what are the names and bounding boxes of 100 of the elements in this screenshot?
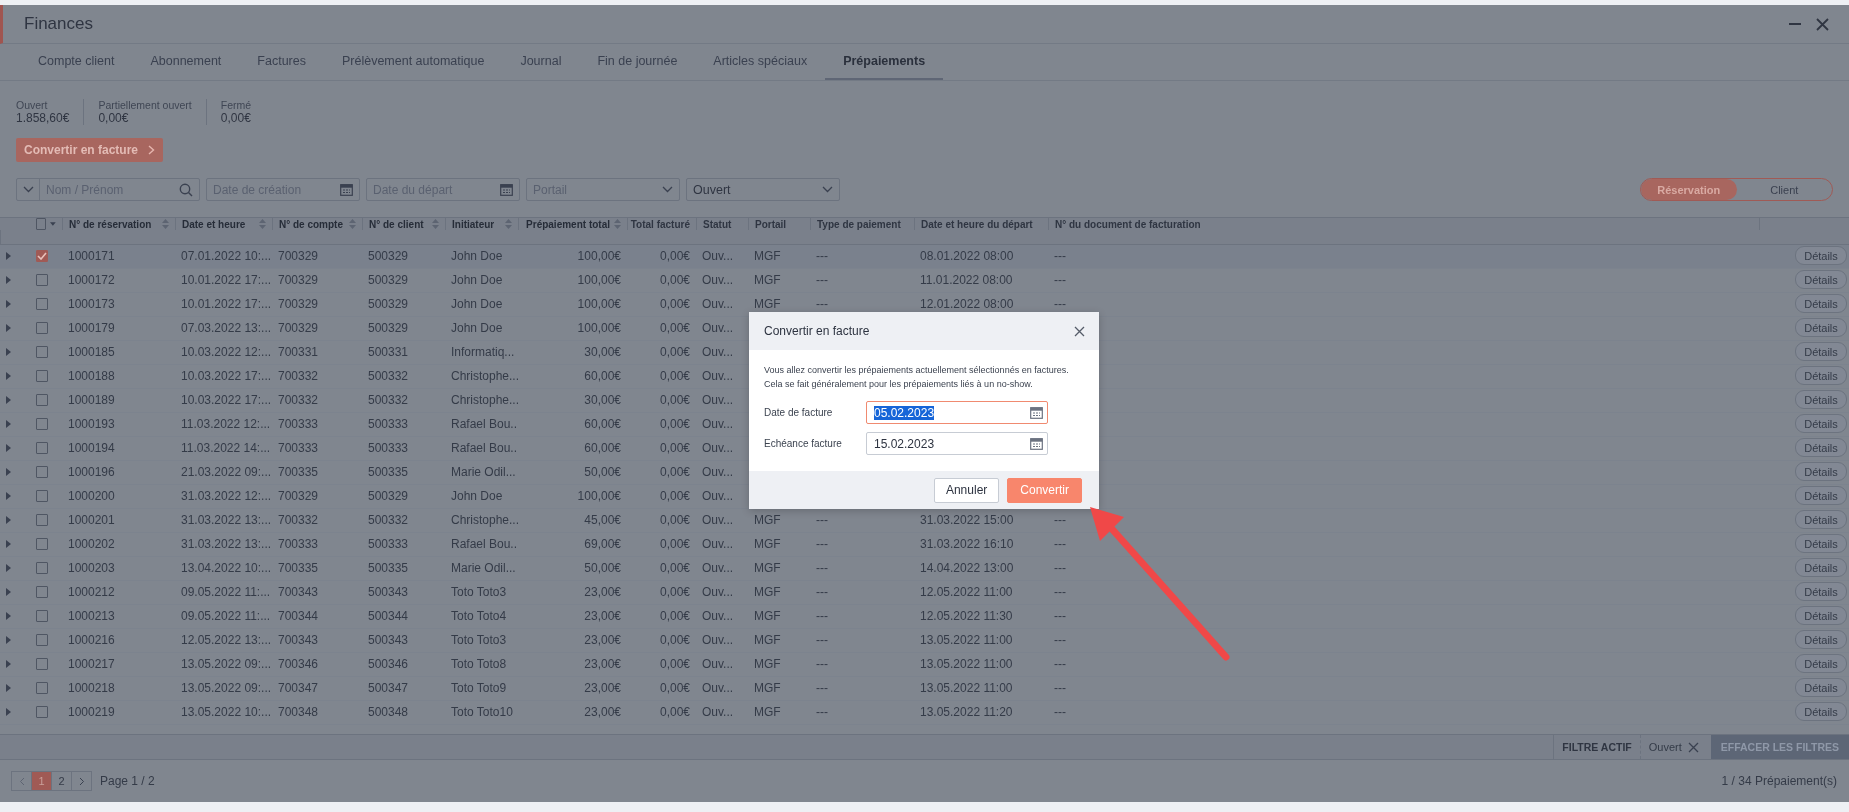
- row-checkbox[interactable]: [36, 513, 48, 526]
- expand-icon[interactable]: [6, 659, 11, 668]
- page-button[interactable]: 2: [51, 771, 72, 791]
- details-button[interactable]: Détails: [1795, 318, 1847, 337]
- row-checkbox[interactable]: [36, 465, 48, 478]
- expand-icon[interactable]: [6, 275, 11, 284]
- sort-icon[interactable]: [432, 219, 439, 229]
- column-header[interactable]: Initiateur: [452, 218, 495, 230]
- row-checkbox[interactable]: [36, 609, 48, 622]
- details-button[interactable]: Détails: [1795, 462, 1847, 481]
- details-button[interactable]: Détails: [1795, 678, 1847, 697]
- expand-icon[interactable]: [6, 467, 11, 476]
- tab[interactable]: Factures: [239, 44, 324, 80]
- details-button[interactable]: Détails: [1795, 270, 1847, 289]
- row-checkbox[interactable]: [36, 657, 48, 670]
- details-button[interactable]: Détails: [1795, 630, 1847, 649]
- tab[interactable]: Abonnement: [132, 44, 240, 80]
- row-checkbox[interactable]: [36, 681, 48, 694]
- row-checkbox[interactable]: [36, 321, 48, 334]
- status-select[interactable]: Ouvert: [686, 178, 840, 201]
- sort-icon[interactable]: [614, 219, 621, 229]
- column-header[interactable]: N° de réservation: [69, 218, 152, 230]
- row-checkbox[interactable]: [36, 417, 48, 430]
- row-checkbox[interactable]: [36, 441, 48, 454]
- toggle-option[interactable]: Réservation: [1641, 179, 1737, 200]
- column-header[interactable]: Total facturé: [630, 218, 690, 230]
- sort-icon[interactable]: [349, 219, 356, 229]
- details-button[interactable]: Détails: [1795, 294, 1847, 313]
- row-checkbox[interactable]: [36, 561, 48, 574]
- expand-icon[interactable]: [6, 419, 11, 428]
- details-button[interactable]: Détails: [1795, 414, 1847, 433]
- expand-icon[interactable]: [6, 611, 11, 620]
- expand-icon[interactable]: [6, 635, 11, 644]
- expand-icon[interactable]: [6, 539, 11, 548]
- next-page-button[interactable]: [71, 771, 92, 791]
- row-checkbox[interactable]: [36, 705, 48, 718]
- row-checkbox[interactable]: [36, 537, 48, 550]
- expand-icon[interactable]: [6, 299, 11, 308]
- column-header[interactable]: Portail: [755, 218, 787, 230]
- column-header[interactable]: Type de paiement: [817, 218, 901, 230]
- tab[interactable]: Fin de journée: [579, 44, 696, 80]
- row-checkbox[interactable]: [36, 297, 48, 310]
- expand-icon[interactable]: [6, 707, 11, 716]
- date-field[interactable]: 15.02.2023: [866, 432, 1048, 455]
- expand-icon[interactable]: [6, 251, 11, 260]
- column-header[interactable]: Date et heure: [182, 218, 246, 230]
- convert-confirm-button[interactable]: Convertir: [1007, 477, 1082, 503]
- details-button[interactable]: Détails: [1795, 246, 1847, 265]
- column-header[interactable]: Prépaiement total: [526, 218, 610, 230]
- close-icon[interactable]: [1074, 325, 1085, 337]
- details-button[interactable]: Détails: [1795, 534, 1847, 553]
- toggle-option[interactable]: Client: [1736, 179, 1832, 200]
- row-checkbox[interactable]: [36, 585, 48, 598]
- sort-icon[interactable]: [162, 219, 169, 229]
- column-header[interactable]: Statut: [703, 218, 732, 230]
- column-header[interactable]: N° de client: [369, 218, 424, 230]
- expand-icon[interactable]: [6, 395, 11, 404]
- expand-icon[interactable]: [6, 371, 11, 380]
- cancel-button[interactable]: Annuler: [933, 477, 1000, 503]
- close-icon[interactable]: [1687, 741, 1699, 753]
- column-header[interactable]: N° de compte: [279, 218, 343, 230]
- details-button[interactable]: Détails: [1795, 558, 1847, 577]
- expand-icon[interactable]: [6, 323, 11, 332]
- details-button[interactable]: Détails: [1795, 438, 1847, 457]
- expand-icon[interactable]: [6, 491, 11, 500]
- sort-icon[interactable]: [259, 219, 266, 229]
- row-checkbox[interactable]: [36, 489, 48, 502]
- expand-icon[interactable]: [6, 515, 11, 524]
- sort-icon[interactable]: [505, 219, 512, 229]
- tab[interactable]: Prépaiements: [825, 44, 944, 80]
- convert-button[interactable]: Convertir en facture: [16, 138, 164, 162]
- details-button[interactable]: Détails: [1795, 342, 1847, 361]
- row-checkbox[interactable]: [36, 393, 48, 406]
- details-button[interactable]: Détails: [1795, 582, 1847, 601]
- date-field[interactable]: 05.02.2023: [866, 401, 1048, 424]
- expand-icon[interactable]: [6, 587, 11, 596]
- row-checkbox[interactable]: [36, 249, 48, 262]
- column-header[interactable]: N° du document de facturation: [1055, 218, 1201, 230]
- row-checkbox[interactable]: [36, 633, 48, 646]
- caret-down-icon[interactable]: [50, 222, 56, 226]
- tab[interactable]: Prélèvement automatique: [323, 44, 503, 80]
- row-checkbox[interactable]: [36, 369, 48, 382]
- row-checkbox[interactable]: [36, 345, 48, 358]
- details-button[interactable]: Détails: [1795, 486, 1847, 505]
- row-checkbox[interactable]: [36, 273, 48, 286]
- details-button[interactable]: Détails: [1795, 702, 1847, 721]
- expand-icon[interactable]: [6, 347, 11, 356]
- close-icon[interactable]: [1816, 17, 1829, 31]
- page-button[interactable]: 1: [31, 771, 52, 791]
- details-button[interactable]: Détails: [1795, 606, 1847, 625]
- details-button[interactable]: Détails: [1795, 366, 1847, 385]
- details-button[interactable]: Détails: [1795, 654, 1847, 673]
- select-all-checkbox[interactable]: [36, 218, 47, 230]
- expand-icon[interactable]: [6, 683, 11, 692]
- tab[interactable]: Articles spéciaux: [695, 44, 826, 80]
- column-header[interactable]: Date et heure du départ: [921, 218, 1033, 230]
- expand-icon[interactable]: [6, 443, 11, 452]
- tab[interactable]: Journal: [502, 44, 580, 80]
- expand-icon[interactable]: [6, 563, 11, 572]
- details-button[interactable]: Détails: [1795, 510, 1847, 529]
